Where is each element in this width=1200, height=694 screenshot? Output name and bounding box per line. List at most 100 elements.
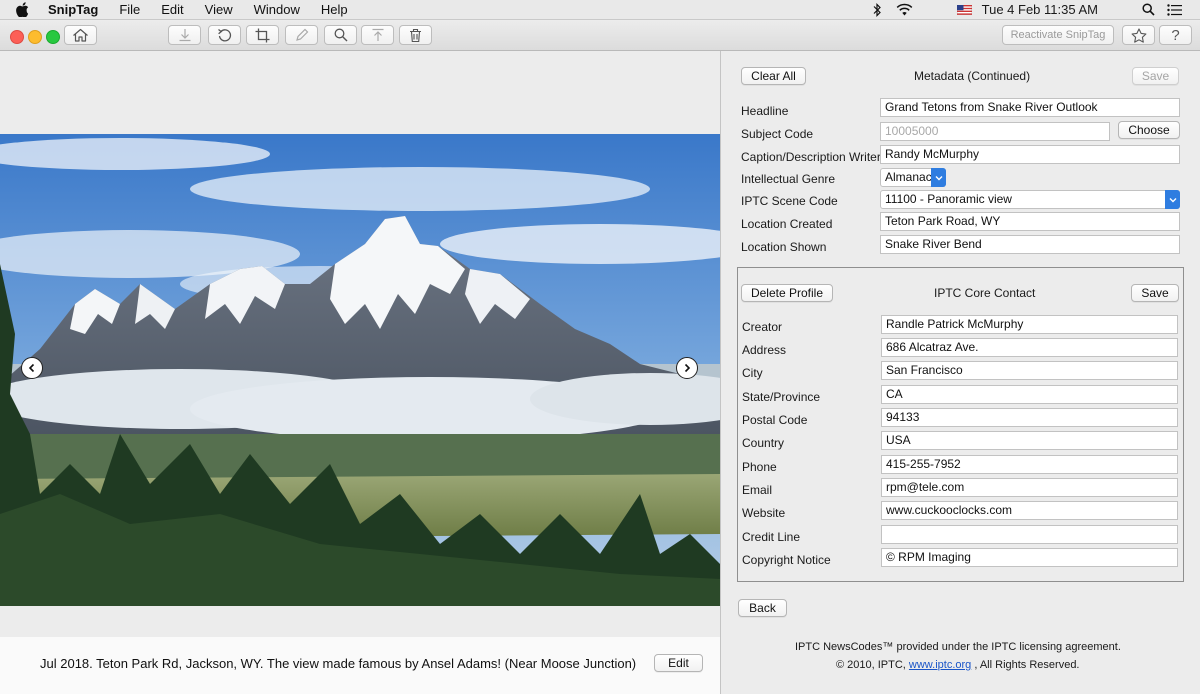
reactivate-button[interactable]: Reactivate SnipTag [1002, 25, 1114, 45]
choose-subject-code-button[interactable]: Choose [1118, 121, 1180, 139]
copyright-notice-field[interactable]: © RPM Imaging [881, 548, 1178, 567]
chevron-down-icon [1165, 190, 1180, 209]
chevron-right-icon [684, 363, 691, 373]
iptc-copyright-line: © 2010, IPTC, www.iptc.org , All Rights … [836, 659, 1080, 671]
location-shown-label: Location Shown [741, 240, 827, 254]
chevron-down-icon [931, 168, 946, 187]
metadata-pane: Clear All Metadata (Continued) Save Head… [721, 51, 1200, 694]
location-created-label: Location Created [741, 217, 833, 231]
city-field[interactable]: San Francisco [881, 361, 1178, 380]
website-label: Website [742, 506, 786, 520]
metadata-save-button[interactable]: Save [1132, 67, 1179, 85]
intellectual-genre-label: Intellectual Genre [741, 172, 836, 186]
address-label: Address [742, 343, 787, 357]
website-field[interactable]: www.cuckooclocks.com [881, 501, 1178, 520]
metadata-title: Metadata (Continued) [914, 69, 1031, 83]
creator-label: Creator [742, 320, 783, 334]
copyright-suffix: , All Rights Reserved. [971, 659, 1080, 671]
country-field[interactable]: USA [881, 431, 1178, 450]
back-button[interactable]: Back [738, 599, 787, 617]
bluetooth-icon[interactable] [872, 2, 882, 17]
search-icon [334, 28, 347, 42]
headline-field[interactable]: Grand Tetons from Snake River Outlook [880, 98, 1180, 117]
help-button[interactable]: ? [1159, 25, 1192, 45]
state-province-field[interactable]: CA [881, 385, 1178, 404]
trash-button[interactable] [399, 25, 432, 45]
postal-code-label: Postal Code [742, 413, 808, 427]
previous-image-button[interactable] [21, 357, 43, 379]
iptc-license-note: IPTC NewsCodes™ provided under the IPTC … [795, 641, 1121, 653]
menu-file[interactable]: File [119, 2, 140, 17]
next-image-button[interactable] [676, 357, 698, 379]
zoom-window-button[interactable] [46, 30, 60, 44]
headline-label: Headline [741, 104, 789, 118]
home-button[interactable] [64, 25, 97, 45]
crop-icon [255, 28, 270, 42]
spotlight-search-icon[interactable] [1142, 3, 1155, 16]
minimize-window-button[interactable] [28, 30, 42, 44]
menu-view[interactable]: View [205, 2, 233, 17]
iptc-website-link[interactable]: www.iptc.org [909, 659, 971, 671]
trash-icon [410, 28, 421, 42]
subject-code-field[interactable]: 10005000 [880, 122, 1110, 141]
country-label: Country [742, 436, 785, 450]
iptc-scene-code-select[interactable]: 11100 - Panoramic view [880, 190, 1180, 209]
wifi-icon[interactable] [896, 3, 913, 16]
city-label: City [742, 366, 763, 380]
download-icon [179, 29, 190, 42]
iptc-scene-code-value: 11100 - Panoramic view [885, 192, 1012, 206]
crop-button[interactable] [246, 25, 279, 45]
copyright-notice-label: Copyright Notice [742, 553, 831, 567]
email-field[interactable]: rpm@tele.com [881, 478, 1178, 497]
rotate-button[interactable] [208, 25, 241, 45]
flag-us-icon[interactable] [956, 4, 972, 15]
photo-image [0, 134, 720, 606]
address-field[interactable]: 686 Alcatraz Ave. [881, 338, 1178, 357]
caption-writer-field[interactable]: Randy McMurphy [880, 145, 1180, 164]
menu-window[interactable]: Window [254, 2, 300, 17]
chevron-left-icon [28, 363, 35, 373]
contact-save-button[interactable]: Save [1131, 284, 1179, 302]
clock-datetime[interactable]: Tue 4 Feb 11:35 AM [982, 2, 1098, 17]
intellectual-genre-value: Almanac [885, 170, 932, 184]
menu-bar: SnipTag File Edit View Window Help Tue 4… [0, 0, 1200, 20]
clear-all-button[interactable]: Clear All [741, 67, 806, 85]
creator-field[interactable]: Randle Patrick McMurphy [881, 315, 1178, 334]
subject-code-label: Subject Code [741, 127, 814, 141]
menu-app-name[interactable]: SnipTag [48, 2, 98, 17]
intellectual-genre-select[interactable]: Almanac [880, 168, 946, 187]
menu-edit[interactable]: Edit [161, 2, 183, 17]
image-caption: Jul 2018. Teton Park Rd, Jackson, WY. Th… [40, 656, 637, 671]
phone-label: Phone [742, 460, 777, 474]
caption-writer-label: Caption/Description Writer [741, 150, 881, 164]
location-shown-field[interactable]: Snake River Bend [880, 235, 1180, 254]
question-mark-icon: ? [1171, 26, 1180, 44]
edit-caption-button[interactable]: Edit [654, 654, 703, 672]
caption-bar: Jul 2018. Teton Park Rd, Jackson, WY. Th… [0, 637, 720, 694]
iptc-core-contact-panel: Delete Profile IPTC Core Contact Save Cr… [737, 267, 1184, 582]
phone-field[interactable]: 415-255-7952 [881, 455, 1178, 474]
notification-center-icon[interactable] [1167, 3, 1182, 16]
location-created-field[interactable]: Teton Park Road, WY [880, 212, 1180, 231]
favorite-button[interactable] [1122, 25, 1155, 45]
upload-icon [372, 28, 383, 41]
close-window-button[interactable] [10, 30, 24, 44]
contact-panel-title: IPTC Core Contact [934, 286, 1036, 300]
postal-code-field[interactable]: 94133 [881, 408, 1178, 427]
pencil-button[interactable] [285, 25, 318, 45]
home-icon [73, 28, 88, 42]
copyright-prefix: © 2010, IPTC, [836, 659, 909, 671]
search-button[interactable] [324, 25, 357, 45]
delete-profile-button[interactable]: Delete Profile [741, 284, 833, 302]
state-province-label: State/Province [742, 390, 821, 404]
email-label: Email [742, 483, 773, 497]
upload-button[interactable] [361, 25, 394, 45]
credit-line-label: Credit Line [742, 530, 801, 544]
pencil-icon [295, 28, 308, 41]
download-button[interactable] [168, 25, 201, 45]
menu-help[interactable]: Help [321, 2, 348, 17]
apple-logo-icon[interactable] [16, 2, 32, 18]
star-icon [1131, 27, 1146, 43]
credit-line-field[interactable] [881, 525, 1178, 544]
iptc-scene-code-label: IPTC Scene Code [741, 194, 838, 208]
